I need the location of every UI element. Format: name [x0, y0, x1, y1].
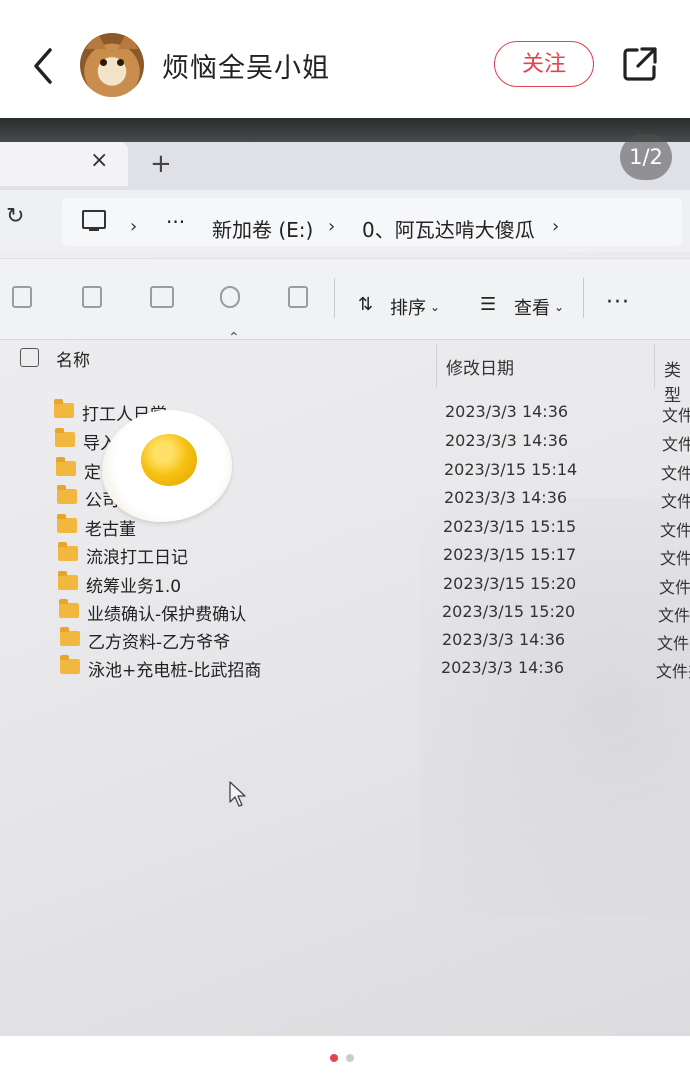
copy-icon[interactable]	[12, 286, 32, 308]
folder-icon	[60, 655, 80, 674]
file-type: 文件	[659, 578, 690, 597]
chevron-left-icon[interactable]	[28, 44, 58, 88]
breadcrumb-overflow[interactable]: ···	[166, 210, 185, 234]
file-type: 文件	[662, 435, 690, 454]
file-type: 文件	[662, 406, 690, 425]
chevron-down-icon: ⌄	[430, 300, 441, 314]
carousel-indicator	[0, 1040, 690, 1076]
new-tab-icon[interactable]: +	[150, 149, 172, 179]
file-row[interactable]: 乙方资料-乙方爷爷 2023/3/3 14:36 文件夹	[0, 626, 690, 654]
file-name: 流浪打工日记	[86, 548, 188, 568]
view-button[interactable]: 查看	[514, 294, 550, 320]
file-type: 文件	[661, 492, 690, 511]
file-row[interactable]: 老古董 2023/3/15 15:15 文件	[0, 513, 690, 541]
this-pc-icon[interactable]	[82, 210, 106, 231]
folder-icon	[54, 399, 74, 418]
tab-close-icon[interactable]: ×	[90, 148, 108, 173]
breadcrumb-separator: ›	[552, 216, 560, 237]
chevron-down-icon: ⌄	[554, 300, 565, 314]
file-row[interactable]: 流浪打工日记 2023/3/15 15:17 文件	[0, 541, 690, 569]
sort-caret-icon: ⌃	[228, 330, 240, 346]
explorer-tab[interactable]	[0, 142, 128, 186]
folder-icon	[57, 514, 77, 533]
file-name: 业绩确认-保护费确认	[87, 605, 247, 625]
sort-button[interactable]: 排序	[390, 294, 426, 320]
monitor-bezel	[0, 118, 690, 144]
carousel-dot-active[interactable]	[330, 1054, 338, 1062]
breadcrumb-drive[interactable]: 新加卷 (E:)	[212, 214, 313, 243]
file-date: 2023/3/3 14:36	[445, 431, 569, 450]
file-name: 泳池+充电桩-比武招商	[88, 661, 262, 681]
sort-icon[interactable]: ⇅	[358, 294, 373, 315]
file-row[interactable]: 泳池+充电桩-比武招商 2023/3/3 14:36 文件夹	[0, 654, 690, 682]
share-icon[interactable]	[220, 286, 240, 308]
file-row[interactable]: 打工人日常 2023/3/3 14:36 文件	[0, 398, 690, 426]
post-photo[interactable]: × + 1/2 ↻ › ··· 新加卷 (E:) › 0、阿瓦达啃大傻瓜 › ⇅…	[0, 118, 690, 1036]
file-row[interactable]: 公司 2023/3/3 14:36 文件	[0, 484, 690, 512]
breadcrumb-separator: ›	[130, 216, 138, 237]
view-icon[interactable]: ☰	[480, 294, 496, 315]
toolbar-divider	[334, 278, 335, 318]
file-date: 2023/3/3 14:36	[444, 488, 568, 507]
file-type: 文件夹	[656, 662, 690, 681]
file-date: 2023/3/15 15:15	[443, 517, 577, 536]
file-row[interactable]: 业绩确认-保护费确认 2023/3/15 15:20 文件夹	[0, 598, 690, 626]
folder-icon	[58, 542, 78, 561]
image-pager: 1/2	[620, 134, 672, 180]
file-row[interactable]: 导入 2023/3/3 14:36 文件	[0, 427, 690, 455]
more-options-button[interactable]: ···	[606, 290, 630, 315]
folder-icon	[58, 571, 78, 590]
folder-icon	[59, 599, 79, 618]
file-type: 文件夹	[658, 606, 690, 625]
column-header-name[interactable]: 名称	[56, 346, 90, 371]
file-type: 文件	[660, 521, 690, 540]
explorer-toolbar	[0, 258, 690, 340]
delete-icon[interactable]	[288, 286, 308, 308]
paste-icon[interactable]	[82, 286, 102, 308]
file-type: 文件	[660, 549, 690, 568]
toolbar-divider	[583, 278, 584, 318]
select-all-checkbox[interactable]	[20, 348, 39, 367]
file-type: 文件	[661, 464, 690, 483]
egg-yolk	[141, 434, 197, 486]
file-date: 2023/3/15 15:20	[442, 602, 576, 621]
file-date: 2023/3/3 14:36	[442, 630, 566, 649]
share-external-icon[interactable]	[620, 44, 660, 84]
breadcrumb-separator: ›	[328, 216, 336, 237]
file-type: 文件夹	[657, 634, 690, 653]
file-row[interactable]: 统筹业务1.0 2023/3/15 15:20 文件	[0, 570, 690, 598]
file-date: 2023/3/15 15:17	[443, 545, 577, 564]
file-name: 老古董	[85, 520, 136, 540]
refresh-icon[interactable]: ↻	[6, 204, 24, 229]
breadcrumb-folder[interactable]: 0、阿瓦达啃大傻瓜	[362, 214, 535, 243]
folder-icon	[57, 485, 77, 504]
file-name: 统筹业务1.0	[86, 577, 182, 597]
folder-icon	[55, 428, 75, 447]
column-divider[interactable]	[654, 344, 655, 388]
column-divider[interactable]	[436, 344, 437, 388]
file-date: 2023/3/3 14:36	[445, 402, 569, 421]
follow-button[interactable]: 关注	[494, 41, 594, 87]
avatar[interactable]	[80, 33, 144, 97]
file-date: 2023/3/15 15:14	[444, 460, 578, 479]
mouse-cursor-icon	[229, 781, 246, 807]
rename-icon[interactable]	[150, 286, 174, 308]
file-name: 乙方资料-乙方爷爷	[88, 633, 231, 653]
carousel-dot[interactable]	[346, 1054, 354, 1062]
folder-icon	[60, 627, 80, 646]
file-date: 2023/3/3 14:36	[441, 658, 565, 677]
file-date: 2023/3/15 15:20	[443, 574, 577, 593]
username[interactable]: 烦恼全吴小姐	[162, 46, 330, 85]
folder-icon	[56, 457, 76, 476]
column-header-date[interactable]: 修改日期	[446, 354, 514, 379]
post-header: 烦恼全吴小姐 关注	[0, 0, 690, 118]
